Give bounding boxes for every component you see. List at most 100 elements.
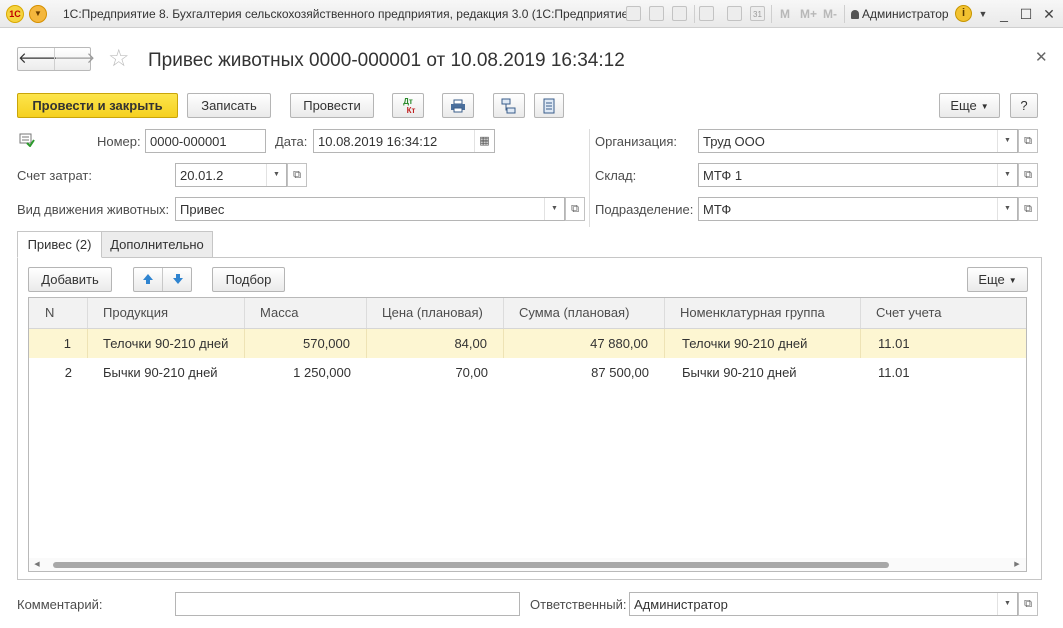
- open-cost-account-icon[interactable]: ⧉: [287, 163, 307, 187]
- cell-n: 2: [64, 365, 72, 380]
- close-window-icon[interactable]: ✕: [1039, 4, 1059, 24]
- select-button[interactable]: Подбор: [212, 267, 285, 292]
- memory-plus-button[interactable]: M+: [800, 7, 817, 21]
- movement-type-field[interactable]: Привес ▼: [175, 197, 565, 221]
- save-icon[interactable]: [626, 6, 641, 21]
- division-label: Подразделение:: [595, 202, 694, 217]
- mail-icon[interactable]: [699, 6, 714, 21]
- chevron-down-icon[interactable]: ▼: [997, 130, 1017, 152]
- division-field[interactable]: МТФ ▼: [698, 197, 1018, 221]
- scroll-right-icon[interactable]: ▶: [1011, 558, 1023, 571]
- horizontal-scrollbar[interactable]: ◀ ▶: [29, 558, 1026, 571]
- favorite-star-icon[interactable]: ☆: [108, 46, 130, 72]
- forward-button[interactable]: 🡒: [54, 48, 95, 70]
- toolbar-divider: [844, 5, 845, 23]
- structure-button[interactable]: [493, 93, 525, 118]
- chevron-down-icon[interactable]: ▼: [266, 164, 286, 186]
- minimize-icon[interactable]: _: [994, 4, 1014, 24]
- preview-icon[interactable]: [672, 6, 687, 21]
- back-button[interactable]: 🡐: [18, 48, 58, 70]
- save-button[interactable]: Записать: [187, 93, 271, 118]
- column-header-account[interactable]: Счет учета: [861, 298, 1026, 328]
- column-header-n[interactable]: N: [29, 298, 88, 328]
- move-down-button[interactable]: [163, 268, 192, 291]
- post-and-close-button[interactable]: Провести и закрыть: [17, 93, 178, 118]
- scroll-left-icon[interactable]: ◀: [31, 558, 43, 571]
- responsible-label: Ответственный:: [530, 597, 627, 612]
- cost-account-field[interactable]: 20.01.2 ▼: [175, 163, 287, 187]
- chevron-down-icon[interactable]: ▼: [997, 198, 1017, 220]
- column-header-price[interactable]: Цена (плановая): [367, 298, 504, 328]
- print-button[interactable]: [442, 93, 474, 118]
- comment-label: Комментарий:: [17, 597, 103, 612]
- open-organization-icon[interactable]: ⧉: [1018, 129, 1038, 153]
- number-label: Номер:: [97, 134, 141, 149]
- date-field[interactable]: 10.08.2019 16:34:12 ▦: [313, 129, 495, 153]
- movement-type-label: Вид движения животных:: [17, 202, 170, 217]
- responsible-value: Администратор: [634, 597, 728, 612]
- close-form-icon[interactable]: ✕: [1035, 48, 1048, 66]
- warehouse-value: МТФ 1: [703, 168, 743, 183]
- more-button[interactable]: Еще ▼: [939, 93, 1000, 118]
- cell-mass: 570,000: [245, 329, 367, 358]
- column-header-sum[interactable]: Сумма (плановая): [504, 298, 665, 328]
- chevron-down-icon[interactable]: ▼: [997, 593, 1017, 615]
- arrow-up-icon: [143, 274, 153, 284]
- dt-kt-button[interactable]: Дт Кт: [392, 93, 424, 118]
- open-movement-type-icon[interactable]: ⧉: [565, 197, 585, 221]
- chevron-down-icon[interactable]: ▼: [997, 164, 1017, 186]
- scrollbar-thumb[interactable]: [53, 562, 889, 568]
- more-label: Еще: [950, 98, 977, 113]
- cell-group: Телочки 90-210 дней: [665, 329, 861, 358]
- window-titlebar: 1С ▼ 1С:Предприятие 8. Бухгалтерия сельс…: [0, 0, 1063, 28]
- memory-minus-button[interactable]: M-: [823, 7, 837, 21]
- print-icon[interactable]: [649, 6, 664, 21]
- chevron-down-icon: ▼: [1008, 276, 1017, 285]
- post-button[interactable]: Провести: [290, 93, 374, 118]
- add-row-button[interactable]: Добавить: [28, 267, 112, 292]
- number-field[interactable]: 0000-000001: [145, 129, 266, 153]
- table-row[interactable]: 1 Телочки 90-210 дней 570,000 84,00 47 8…: [29, 329, 1026, 358]
- info-dropdown-icon[interactable]: ▼: [973, 4, 993, 24]
- open-responsible-icon[interactable]: ⧉: [1018, 592, 1038, 616]
- posted-document-icon: [19, 133, 35, 147]
- column-header-product[interactable]: Продукция: [88, 298, 245, 328]
- open-warehouse-icon[interactable]: ⧉: [1018, 163, 1038, 187]
- current-user[interactable]: Администратор: [851, 7, 949, 21]
- move-up-button[interactable]: [134, 268, 163, 291]
- navigation-buttons: 🡐 🡒: [17, 47, 95, 71]
- organization-field[interactable]: Труд ООО ▼: [698, 129, 1018, 153]
- division-value: МТФ: [703, 202, 732, 217]
- cell-price: 84,00: [367, 329, 504, 358]
- memory-m-button[interactable]: M: [780, 7, 790, 21]
- info-icon[interactable]: i: [955, 5, 972, 22]
- cost-account-label: Счет затрат:: [17, 168, 92, 183]
- main-menu-button[interactable]: ▼: [29, 5, 47, 23]
- table-row[interactable]: 2 Бычки 90-210 дней 1 250,000 70,00 87 5…: [29, 358, 1026, 387]
- column-header-group[interactable]: Номенклатурная группа: [665, 298, 861, 328]
- comment-input[interactable]: [175, 592, 520, 616]
- help-button[interactable]: ?: [1010, 93, 1038, 118]
- open-division-icon[interactable]: ⧉: [1018, 197, 1038, 221]
- tab-additional[interactable]: Дополнительно: [101, 231, 213, 258]
- date-label: Дата:: [275, 134, 308, 149]
- calendar-icon[interactable]: 31: [750, 6, 765, 21]
- cell-product: Телочки 90-210 дней: [88, 329, 245, 358]
- printer-icon: [451, 99, 465, 113]
- responsible-field[interactable]: Администратор ▼: [629, 592, 1018, 616]
- table-more-button[interactable]: Еще ▼: [967, 267, 1028, 292]
- table-more-label: Еще: [978, 272, 1005, 287]
- calculator-icon[interactable]: [727, 6, 742, 21]
- maximize-icon[interactable]: ☐: [1016, 4, 1036, 24]
- column-header-mass[interactable]: Масса: [245, 298, 367, 328]
- date-value: 10.08.2019 16:34:12: [318, 134, 438, 149]
- calendar-icon[interactable]: ▦: [474, 130, 494, 152]
- report-button[interactable]: [534, 93, 564, 118]
- movement-type-value: Привес: [180, 202, 225, 217]
- tab-weight-gain[interactable]: Привес (2): [17, 231, 102, 258]
- organization-value: Труд ООО: [703, 134, 765, 149]
- chevron-down-icon[interactable]: ▼: [544, 198, 564, 220]
- warehouse-field[interactable]: МТФ 1 ▼: [698, 163, 1018, 187]
- structure-icon: [501, 98, 516, 114]
- dt-kt-icon: Дт Кт: [403, 97, 416, 115]
